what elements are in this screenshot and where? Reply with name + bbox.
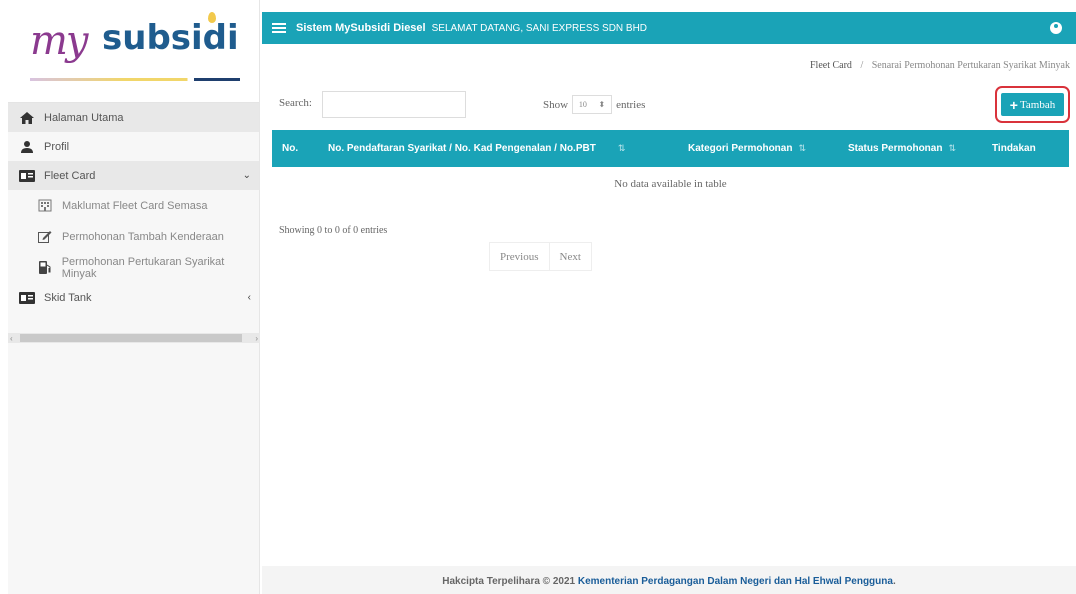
sidebar-item-label: Profil [44,140,70,153]
table-empty-message: No data available in table [614,178,727,190]
sidebar-horizontal-scrollbar[interactable]: ‹ › [8,333,260,343]
sidebar-item-permohonan-tambah-kenderaan[interactable]: Permohonan Tambah Kenderaan [8,221,259,252]
sort-icon: ⇅ [617,143,626,153]
sidebar-item-label: Fleet Card [44,169,96,182]
table-header: No. No. Pendaftaran Syarikat / No. Kad P… [272,130,1069,167]
welcome-text: SELAMAT DATANG, SANI EXPRESS SDN BHD [431,22,648,34]
column-label: Status Permohonan [848,143,943,154]
entries-value: 10 [578,100,587,109]
table-info: Showing 0 to 0 of 0 entries [279,225,388,236]
scrollbar-thumb[interactable] [20,334,242,342]
column-header-no[interactable]: No. [272,143,316,154]
sort-icon: ⇅ [948,143,957,153]
sidebar-item-label: Permohonan Tambah Kenderaan [62,230,224,243]
breadcrumb-separator: / [860,60,864,71]
breadcrumb-current: Senarai Permohonan Pertukaran Syarikat M… [871,60,1070,71]
mysubsidi-logo[interactable]: my subsidi [8,0,259,103]
user-icon [18,140,36,154]
sort-icon: ⇅ [798,143,807,153]
chevron-left-icon: ‹ [247,292,251,303]
column-label: No. [282,143,299,154]
hamburger-menu-icon[interactable] [272,21,286,35]
sidebar-item-label: Halaman Utama [44,111,124,124]
logo-drop-icon [208,12,216,23]
show-label: Show [543,98,569,111]
scroll-right-icon[interactable]: › [255,334,260,343]
logo-word: subsidi [102,18,239,58]
column-header-status[interactable]: Status Permohonan ⇅ [840,143,984,154]
sidebar-item-skid-tank[interactable]: Skid Tank ‹ [8,283,259,312]
column-label: Kategori Permohonan [688,143,793,154]
entries-label: entries [616,98,646,111]
sidebar-item-permohonan-pertukaran-syarikat-minyak[interactable]: Permohonan Pertukaran Syarikat Minyak [8,252,259,283]
system-title: Sistem MySubsidi Diesel [296,22,426,34]
column-header-kategori[interactable]: Kategori Permohonan ⇅ [688,143,840,154]
entries-length-control: Show 10 ⬍ entries [543,95,645,114]
breadcrumb: Fleet Card / Senarai Permohonan Pertukar… [810,60,1070,71]
sidebar-item-maklumat-fleet-card[interactable]: Maklumat Fleet Card Semasa [8,190,259,221]
column-header-tindakan[interactable]: Tindakan [984,143,1064,154]
sidebar-item-label: Permohonan Pertukaran Syarikat Minyak [61,255,225,280]
sidebar-item-halaman-utama[interactable]: Halaman Utama [8,103,259,132]
fuel-pump-icon [36,261,54,275]
search-label: Search: [279,97,312,109]
id-card-icon [18,291,36,305]
select-arrows-icon: ⬍ [598,100,606,109]
scroll-left-icon[interactable]: ‹ [8,334,13,343]
breadcrumb-parent[interactable]: Fleet Card [810,60,852,71]
building-icon [36,199,54,213]
highlight-box: + Tambah [995,86,1070,123]
logo-underline [30,78,240,81]
sidebar-item-fleet-card[interactable]: Fleet Card ⌄ [8,161,259,190]
tambah-button[interactable]: + Tambah [1001,93,1064,116]
footer: Hakcipta Terpelihara © 2021 Kementerian … [262,576,1076,587]
search-input[interactable] [322,91,466,118]
column-header-no-pendaftaran[interactable]: No. Pendaftaran Syarikat / No. Kad Penge… [316,143,688,154]
sidebar-item-label: Skid Tank [44,291,92,304]
entries-select[interactable]: 10 ⬍ [572,95,613,114]
edit-icon [36,230,54,244]
next-button[interactable]: Next [548,243,591,270]
tambah-label: Tambah [1019,98,1056,111]
sidebar-item-label: Maklumat Fleet Card Semasa [62,199,208,212]
home-icon [18,111,36,125]
footer-suffix: . [892,576,896,587]
plus-icon: + [1009,96,1018,113]
footer-org-link[interactable]: Kementerian Perdagangan Dalam Negeri dan… [578,576,893,587]
column-label: Tindakan [992,143,1036,154]
chevron-down-icon: ⌄ [242,170,251,181]
previous-button[interactable]: Previous [490,243,549,270]
top-navbar: Sistem MySubsidi Diesel SELAMAT DATANG, … [262,12,1076,44]
column-label: No. Pendaftaran Syarikat / No. Kad Penge… [328,143,596,154]
sidebar: my subsidi Halaman Utama Profil Fleet Ca… [8,0,260,594]
id-card-icon [18,169,36,183]
footer-copyright: Hakcipta Terpelihara © 2021 [442,576,576,587]
logo-prefix: my [30,18,89,64]
pagination: Previous Next [489,242,592,271]
sidebar-item-profil[interactable]: Profil [8,132,259,161]
user-account-icon[interactable] [1050,22,1062,34]
